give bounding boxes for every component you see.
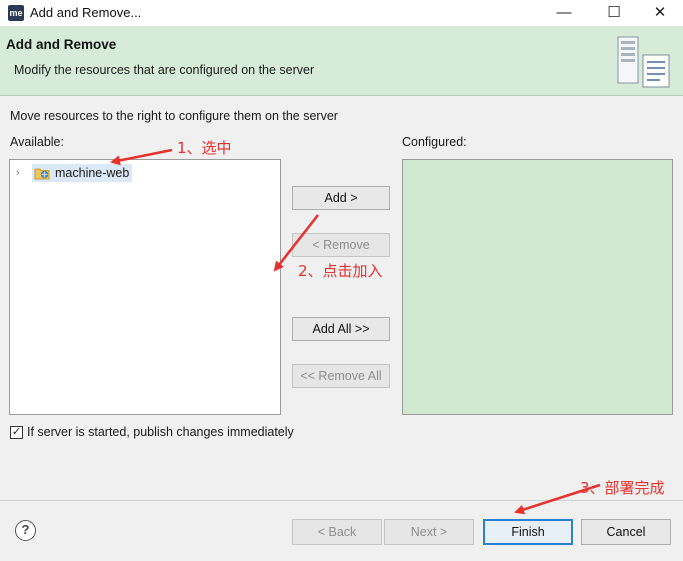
available-list[interactable]: › machine-web [9,159,281,415]
close-button[interactable]: ✕ [637,0,683,26]
annotation-step2: 2、点击加入 [298,262,383,280]
title-bar: me Add and Remove... — ☐ ✕ [0,0,683,26]
window-title: Add and Remove... [30,5,142,20]
app-icon: me [8,5,24,21]
cancel-button[interactable]: Cancel [581,519,671,545]
back-button[interactable]: < Back [292,519,382,545]
finish-button[interactable]: Finish [483,519,573,545]
publish-checkbox-label: If server is started, publish changes im… [27,425,294,439]
add-button[interactable]: Add > [292,186,390,210]
add-all-button[interactable]: Add All >> [292,317,390,341]
annotation-step3: 3、部署完成 [580,479,665,497]
configured-label: Configured: [402,135,467,149]
banner-title: Add and Remove [6,37,117,52]
maximize-button[interactable]: ☐ [591,0,637,26]
next-button[interactable]: Next > [384,519,474,545]
publish-checkbox[interactable]: ✓ [10,425,23,439]
annotation-step1: 1、选中 [177,139,232,157]
minimize-button[interactable]: — [541,0,587,26]
remove-button[interactable]: < Remove [292,233,390,257]
publish-option[interactable]: ✓ If server is started, publish changes … [10,425,294,439]
footer-divider [0,500,683,501]
server-config-icon [617,36,670,88]
configured-list[interactable] [402,159,673,415]
chevron-right-icon[interactable]: › [16,167,30,179]
tree-item-machine-web[interactable]: › machine-web [16,164,133,182]
remove-all-button[interactable]: << Remove All [292,364,390,388]
tree-item-selection[interactable]: machine-web [32,164,133,182]
tree-item-label: machine-web [55,166,130,180]
web-project-icon [34,168,50,180]
banner-description: Modify the resources that are configured… [14,63,315,77]
help-icon[interactable]: ? [15,520,36,541]
instruction-text: Move resources to the right to configure… [10,109,338,123]
wizard-banner: Add and Remove Modify the resources that… [0,26,683,96]
available-label: Available: [10,135,64,149]
